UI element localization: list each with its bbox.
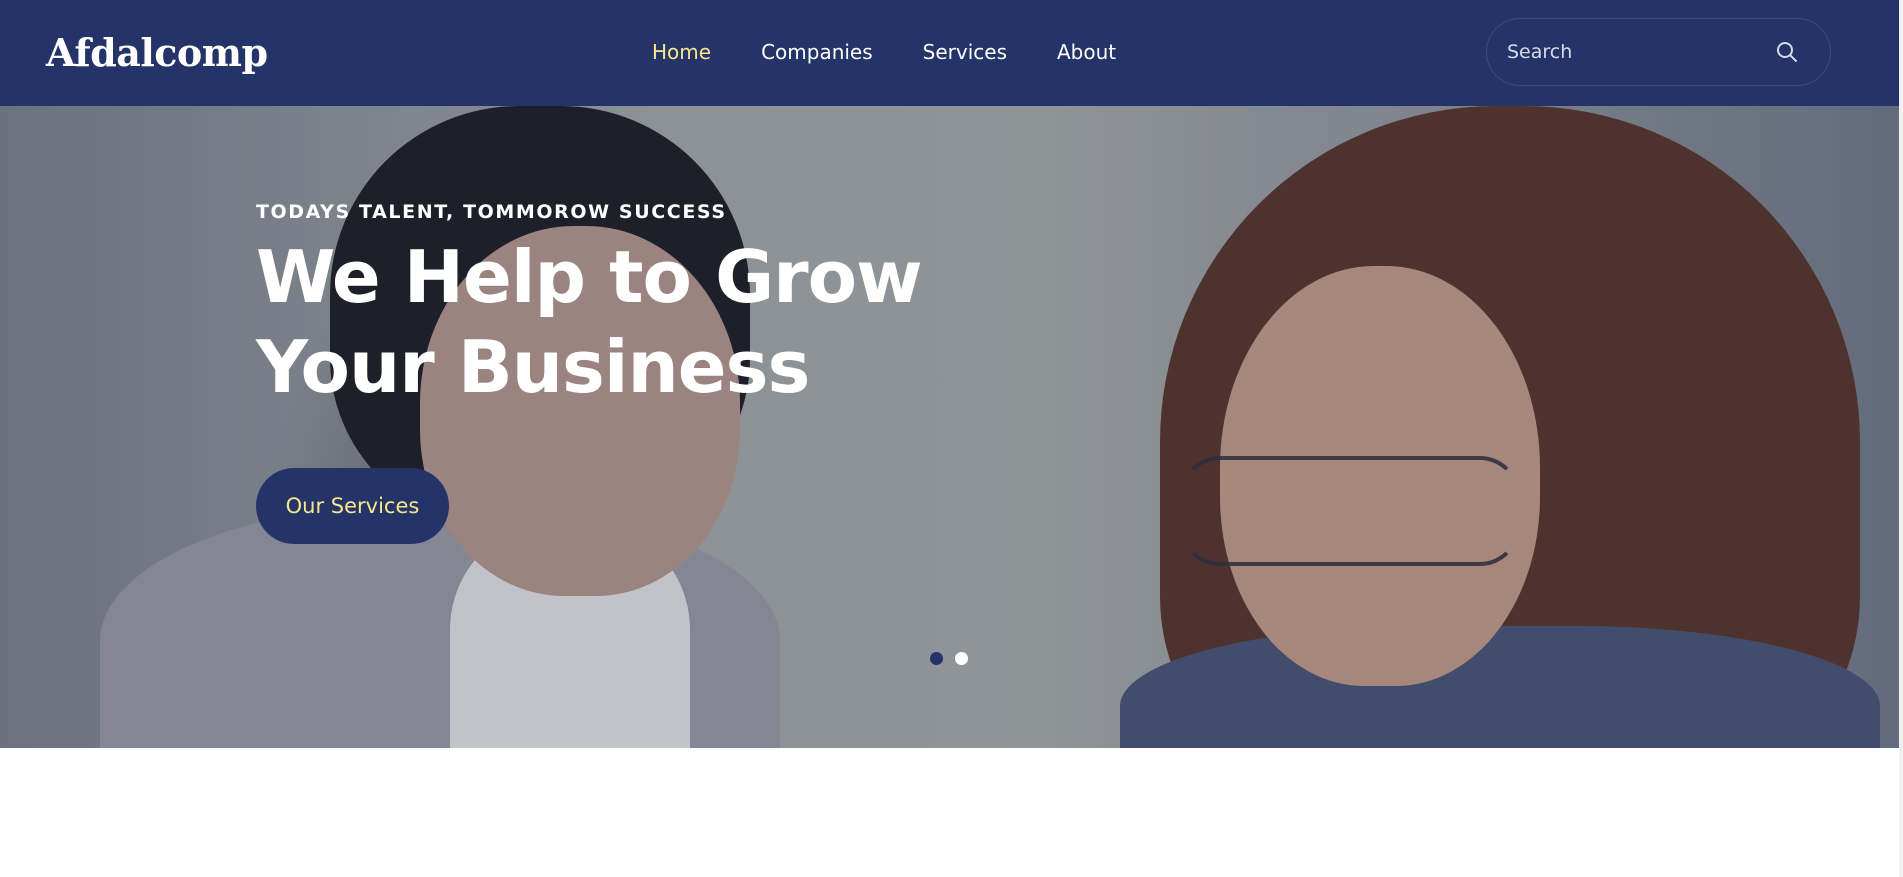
search-icon[interactable] [1772, 37, 1802, 67]
hero-title-line-1: We Help to Grow [256, 235, 923, 319]
main-nav: Home Companies Services About [652, 36, 1166, 68]
hero-title-line-2: Your Business [256, 325, 810, 409]
nav-link-companies[interactable]: Companies [761, 36, 873, 68]
hero-tagline: TODAYS TALENT, TOMMOROW SUCCESS [256, 201, 727, 223]
carousel-dot-1[interactable] [930, 652, 943, 665]
page-scrollbar[interactable] [1899, 0, 1903, 877]
search-box [1486, 18, 1831, 86]
hero-content: TODAYS TALENT, TOMMOROW SUCCESS We Help … [256, 200, 1056, 544]
carousel-dots [930, 652, 968, 665]
nav-link-home[interactable]: Home [652, 36, 711, 68]
hero-title: We Help to Grow Your Business [256, 232, 1056, 412]
nav-link-about[interactable]: About [1057, 36, 1116, 68]
top-navbar: Afdalcomp Home Companies Services About [0, 0, 1899, 106]
our-services-button[interactable]: Our Services [256, 468, 449, 544]
nav-link-services[interactable]: Services [923, 36, 1007, 68]
logo-text: Afdalcomp [46, 29, 268, 75]
carousel-dot-2[interactable] [955, 652, 968, 665]
hero-banner: TODAYS TALENT, TOMMOROW SUCCESS We Help … [0, 106, 1899, 748]
search-input[interactable] [1487, 19, 1772, 85]
site-logo[interactable]: Afdalcomp [46, 24, 268, 80]
